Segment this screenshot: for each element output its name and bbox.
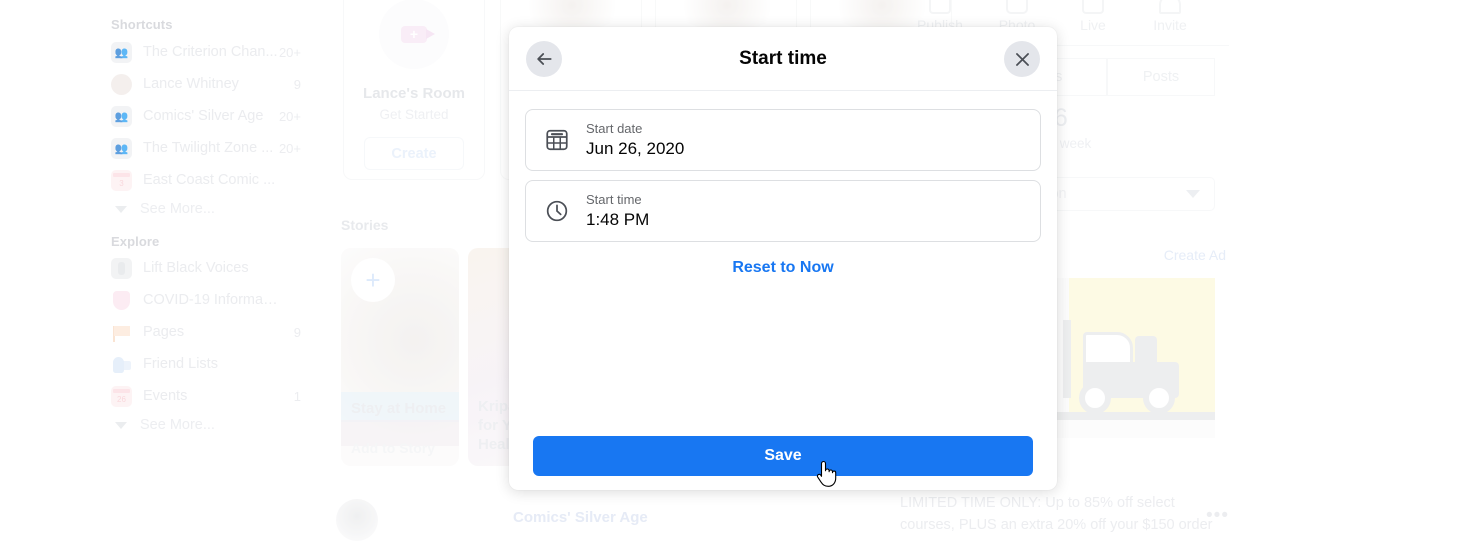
start-time-label: Start time [586, 192, 642, 207]
start-time-value: 1:48 PM [586, 210, 650, 229]
start-date-value: Jun 26, 2020 [586, 139, 685, 158]
calendar-icon [546, 129, 568, 151]
start-date-field[interactable]: Start date Jun 26, 2020 [525, 109, 1041, 171]
dialog-header: Start time [509, 27, 1057, 91]
close-icon [1015, 52, 1029, 66]
start-time-field[interactable]: Start time 1:48 PM [525, 180, 1041, 242]
clock-icon [546, 200, 568, 222]
dialog-fields: Start date Jun 26, 2020 Start time 1:48 … [509, 91, 1057, 277]
dialog-title: Start time [739, 47, 827, 69]
screen: Shortcuts The Criterion Chan... 20+ Lanc… [0, 0, 1469, 541]
save-button[interactable]: Save [533, 436, 1033, 476]
start-time-dialog: Start time Start date Jun 26, 2020 Start… [509, 27, 1057, 490]
reset-to-now-button[interactable]: Reset to Now [525, 259, 1041, 277]
start-date-label: Start date [586, 121, 643, 136]
close-button[interactable] [1004, 41, 1040, 77]
